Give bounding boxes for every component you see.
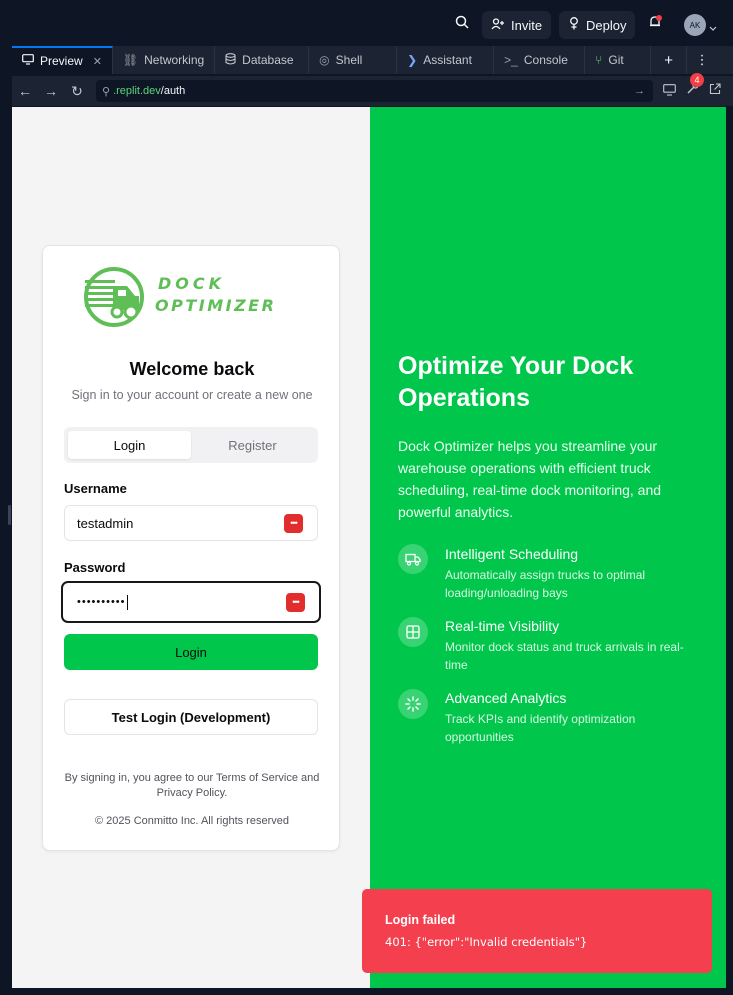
close-icon[interactable]: ✕ bbox=[93, 55, 102, 68]
test-login-button[interactable]: Test Login (Development) bbox=[64, 699, 318, 735]
loader-icon bbox=[398, 689, 428, 719]
chevron-down-icon[interactable] bbox=[709, 19, 717, 37]
toast-message: 401: {"error":"Invalid credentials"} bbox=[385, 935, 588, 949]
tab-preview[interactable]: Preview ✕ bbox=[12, 46, 113, 74]
notification-bell-icon[interactable] bbox=[648, 15, 662, 34]
username-label: Username bbox=[64, 481, 127, 496]
feature-desc: Automatically assign trucks to optimal l… bbox=[445, 568, 646, 600]
tab-database[interactable]: Database bbox=[215, 46, 310, 74]
assistant-icon: ❯ bbox=[407, 53, 418, 67]
dock-optimizer-logo: DOCK OPTIMIZER bbox=[83, 264, 303, 330]
truck-icon bbox=[398, 544, 428, 574]
panel-resize-handle[interactable] bbox=[8, 505, 11, 525]
feature-title: Intelligent Scheduling bbox=[445, 546, 579, 562]
password-manager-icon[interactable]: ••• bbox=[286, 592, 305, 612]
network-icon: ⛓ bbox=[122, 53, 139, 67]
feature-title: Advanced Analytics bbox=[445, 690, 567, 706]
more-menu-icon[interactable]: ⋮ bbox=[687, 46, 717, 74]
ide-topbar: Invite Deploy AK bbox=[0, 0, 733, 46]
url-input[interactable]: ⚲ .replit.dev/auth → bbox=[96, 80, 653, 102]
toast-title: Login failed bbox=[385, 913, 456, 927]
preview-address-bar: ← → ↻ ⚲ .replit.dev/auth → 4 bbox=[12, 73, 733, 106]
invite-label: Invite bbox=[511, 17, 543, 33]
password-manager-icon[interactable]: ••• bbox=[284, 513, 303, 533]
feature-desc: Track KPIs and identify optimization opp… bbox=[445, 712, 636, 744]
terms-text: By signing in, you agree to our Terms of… bbox=[64, 772, 320, 799]
open-external-icon[interactable] bbox=[709, 82, 721, 100]
welcome-heading: Welcome back bbox=[129, 359, 255, 379]
devtools-icon[interactable]: 4 bbox=[686, 73, 704, 100]
password-field[interactable]: •••••••••• ••• bbox=[61, 581, 321, 623]
console-icon: >_ bbox=[504, 53, 518, 67]
monitor-icon bbox=[22, 54, 34, 68]
tab-console[interactable]: >_ Console bbox=[494, 46, 586, 74]
copyright-text: © 2025 Conmitto Inc. All rights reserved bbox=[95, 815, 289, 827]
workspace-tabs: Preview ✕ ⛓ Networking Database ◎ Shell … bbox=[12, 46, 733, 74]
database-icon bbox=[225, 52, 236, 68]
password-label: Password bbox=[64, 560, 126, 575]
feature-title: Real-time Visibility bbox=[445, 618, 560, 634]
login-card: DOCK OPTIMIZER Welcome back Sign in to y… bbox=[42, 245, 340, 851]
tab-git[interactable]: ⑂ Git bbox=[585, 46, 652, 74]
welcome-subtitle: Sign in to your account or create a new … bbox=[71, 388, 313, 402]
link-icon: ⚲ bbox=[102, 85, 111, 98]
auth-mode-tabs: Login Register bbox=[64, 427, 318, 463]
tab-networking[interactable]: ⛓ Networking bbox=[113, 46, 216, 74]
hero-title: Optimize Your Dock Operations bbox=[398, 352, 634, 412]
back-arrow-icon[interactable]: ← bbox=[12, 83, 38, 99]
avatar[interactable]: AK bbox=[684, 14, 706, 36]
text-cursor bbox=[126, 594, 128, 610]
device-icon[interactable] bbox=[663, 83, 676, 99]
hero-panel: Optimize Your Dock Operations Dock Optim… bbox=[370, 107, 726, 988]
go-arrow-icon[interactable]: → bbox=[634, 85, 645, 97]
forward-arrow-icon[interactable]: → bbox=[38, 83, 64, 99]
add-tab-button[interactable]: + bbox=[651, 46, 688, 74]
deploy-icon bbox=[568, 17, 580, 33]
reload-icon[interactable]: ↻ bbox=[64, 83, 90, 100]
username-field[interactable]: testadmin ••• bbox=[64, 505, 318, 541]
devtools-badge: 4 bbox=[690, 73, 704, 87]
git-icon: ⑂ bbox=[595, 53, 603, 67]
preview-page: DOCK OPTIMIZER Welcome back Sign in to y… bbox=[12, 107, 726, 988]
search-icon[interactable] bbox=[455, 15, 469, 32]
invite-button[interactable]: Invite bbox=[482, 11, 552, 39]
error-toast[interactable]: Login failed 401: {"error":"Invalid cred… bbox=[362, 889, 712, 973]
tab-login[interactable]: Login bbox=[68, 431, 191, 459]
feature-desc: Monitor dock status and truck arrivals i… bbox=[445, 640, 684, 672]
tab-shell[interactable]: ◎ Shell bbox=[309, 46, 398, 74]
tab-assistant[interactable]: ❯ Assistant bbox=[397, 46, 495, 74]
deploy-label: Deploy bbox=[586, 17, 627, 33]
grid-icon bbox=[398, 617, 428, 647]
login-button[interactable]: Login bbox=[64, 634, 318, 670]
deploy-button[interactable]: Deploy bbox=[559, 11, 636, 39]
add-user-icon bbox=[491, 17, 505, 33]
hero-description: Dock Optimizer helps you streamline your… bbox=[398, 438, 662, 520]
shell-icon: ◎ bbox=[319, 53, 330, 67]
tab-register[interactable]: Register bbox=[191, 431, 314, 459]
